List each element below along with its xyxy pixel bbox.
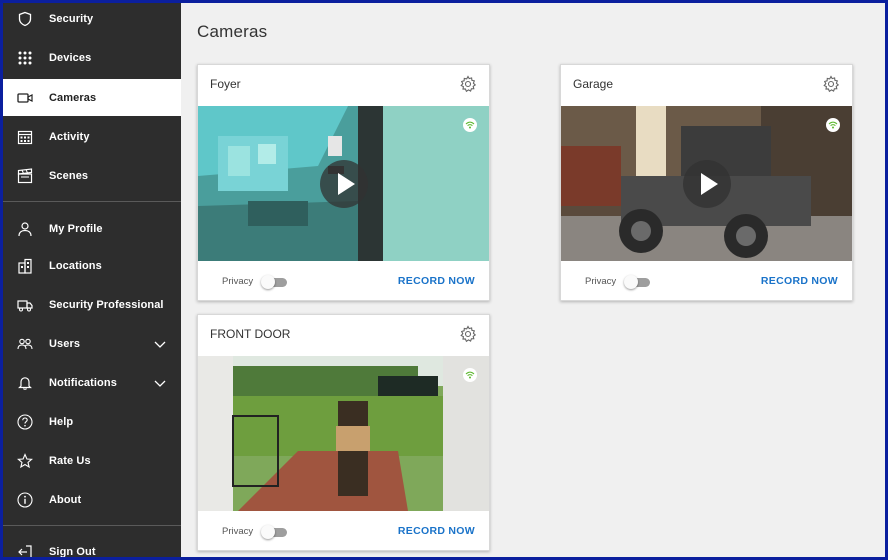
sidebar-item-label: Sign Out (49, 545, 96, 558)
camera-icon (17, 90, 33, 106)
calendar-icon (17, 129, 33, 145)
sidebar-divider (3, 201, 181, 202)
sidebar-item-rate-us[interactable]: Rate Us (3, 442, 181, 479)
app-window: Security Devices Cameras Activity Scenes… (3, 3, 885, 557)
user-icon (17, 221, 33, 237)
sidebar-item-label: My Profile (49, 222, 103, 235)
toggle-knob (261, 275, 275, 289)
sidebar-item-label: Security Professional (49, 298, 164, 311)
sidebar-item-label: Help (49, 415, 74, 428)
play-button[interactable] (682, 159, 731, 208)
chevron-down-icon[interactable] (153, 337, 167, 351)
camera-video-feed[interactable] (198, 106, 489, 261)
sidebar-item-label: Cameras (49, 91, 97, 104)
record-now-button[interactable]: RECORD NOW (398, 525, 475, 537)
camera-card-foyer: Foyer Privacy RECORD NOW (197, 64, 490, 301)
toggle-knob (624, 275, 638, 289)
sidebar-item-notifications[interactable]: Notifications (3, 364, 181, 401)
record-now-button[interactable]: RECORD NOW (398, 275, 475, 287)
privacy-toggle[interactable] (261, 275, 287, 289)
truck-icon (17, 297, 33, 313)
sidebar-item-label: Users (49, 337, 81, 350)
toggle-knob (261, 525, 275, 539)
sidebar-item-sign-out[interactable]: Sign Out (3, 533, 181, 557)
sidebar-item-users[interactable]: Users (3, 325, 181, 362)
sidebar-item-label: Notifications (49, 376, 117, 389)
camera-card-garage: Garage Privacy RECORD NOW (560, 64, 853, 301)
bell-icon (17, 375, 33, 391)
sidebar-item-security-professional[interactable]: Security Professional (3, 286, 181, 323)
building-icon (17, 258, 33, 274)
sidebar-item-security[interactable]: Security (3, 3, 181, 37)
sidebar-item-scenes[interactable]: Scenes (3, 157, 181, 194)
sidebar-item-label: Scenes (49, 169, 89, 182)
privacy-toggle[interactable] (624, 275, 650, 289)
star-icon (17, 452, 33, 469)
camera-card-front-door: FRONT DOOR Privacy RECORD NOW (197, 314, 490, 551)
page-title: Cameras (197, 22, 268, 41)
sidebar-item-label: Rate Us (49, 454, 91, 467)
chevron-down-icon[interactable] (153, 376, 167, 390)
camera-video-feed[interactable] (561, 106, 852, 261)
gear-icon[interactable] (459, 325, 477, 343)
wifi-signal-icon (463, 368, 477, 382)
play-button[interactable] (319, 159, 368, 208)
clapperboard-icon (17, 167, 33, 184)
gear-icon[interactable] (459, 75, 477, 93)
camera-name: Garage (573, 77, 614, 91)
privacy-label: Privacy (585, 276, 617, 287)
privacy-label: Privacy (222, 526, 254, 537)
sidebar-item-label: Devices (49, 51, 92, 64)
gear-icon[interactable] (822, 75, 840, 93)
privacy-label: Privacy (222, 276, 254, 287)
sidebar-divider (3, 525, 181, 526)
record-now-button[interactable]: RECORD NOW (761, 275, 838, 287)
sidebar: Security Devices Cameras Activity Scenes… (3, 3, 181, 557)
camera-video-feed[interactable] (198, 356, 489, 511)
sidebar-item-my-profile[interactable]: My Profile (3, 210, 181, 247)
camera-name: Foyer (210, 77, 241, 91)
sidebar-item-label: About (49, 493, 82, 506)
sidebar-item-devices[interactable]: Devices (3, 39, 181, 76)
wifi-signal-icon (826, 118, 840, 132)
privacy-toggle[interactable] (261, 525, 287, 539)
sidebar-item-help[interactable]: Help (3, 403, 181, 440)
grid-icon (17, 50, 33, 66)
sidebar-item-about[interactable]: About (3, 481, 181, 518)
sidebar-item-label: Activity (49, 130, 90, 143)
camera-name: FRONT DOOR (210, 327, 291, 341)
shield-icon (17, 11, 33, 27)
users-icon (17, 336, 33, 352)
sidebar-item-label: Security (49, 12, 94, 25)
sign-out-icon (17, 544, 33, 557)
sidebar-item-activity[interactable]: Activity (3, 118, 181, 155)
play-icon (700, 172, 718, 195)
info-icon (17, 491, 33, 508)
wifi-signal-icon (463, 118, 477, 132)
front-door-scene-image (198, 356, 489, 511)
help-icon (17, 413, 33, 430)
sidebar-item-label: Locations (49, 259, 102, 272)
play-icon (337, 172, 355, 195)
sidebar-item-locations[interactable]: Locations (3, 247, 181, 284)
sidebar-item-cameras[interactable]: Cameras (3, 79, 181, 116)
